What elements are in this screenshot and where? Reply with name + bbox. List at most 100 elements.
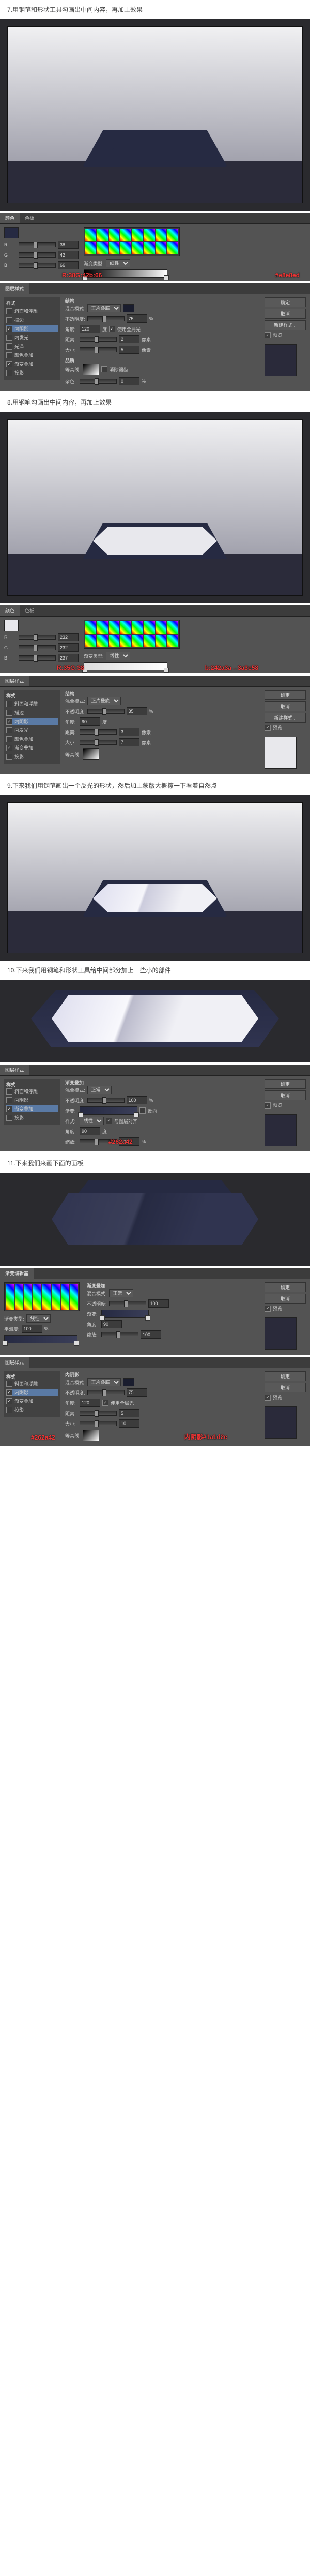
noise-slider[interactable] [80, 379, 117, 384]
layer-style-dialog: 图层样式 样式 斜面和浮雕 描边 内阴影 内发光 光泽 颜色叠加 渐变叠加 投影… [0, 283, 310, 391]
annotation-11b: 内阴影#1a1d2e [184, 1432, 227, 1441]
opt-drop-shadow[interactable]: 投影 [14, 369, 24, 376]
pedestal-top [111, 148, 199, 157]
layer-style-title: 图层样式 [0, 283, 29, 294]
cancel-button-10[interactable]: 取消 [265, 1090, 306, 1100]
gradient-presets[interactable] [84, 227, 180, 256]
step-9-text: 9.下来我们用钢笔画出一个反光的形状，然后加上蒙版大概擦一下看着自然点 [0, 776, 310, 795]
size-slider[interactable] [80, 347, 117, 352]
grad-overlay-bar[interactable] [80, 1106, 137, 1115]
distance-input[interactable] [119, 335, 140, 343]
preview-thumbnail-8 [265, 737, 297, 769]
style-list-header: 样式 [6, 299, 58, 306]
cancel-button-8[interactable]: 取消 [265, 701, 306, 711]
grad-type-label: 渐变类型: [84, 260, 104, 267]
g-slider-8[interactable] [19, 645, 56, 650]
gradient-presets-8[interactable] [84, 620, 180, 649]
chk-drop-shadow[interactable] [6, 370, 12, 376]
preview-label: 预览 [273, 332, 282, 338]
tab-swatches[interactable]: 色板 [20, 213, 39, 223]
cancel-button-11b[interactable]: 取消 [265, 1383, 306, 1392]
opt-grad-overlay[interactable]: 渐变叠加 [14, 361, 33, 367]
size-input[interactable] [119, 346, 140, 354]
chk-antialias[interactable] [101, 366, 107, 372]
px-unit: 像素 [142, 336, 151, 343]
step-7-text: 7.用钢笔和形状工具勾画出中间内容，再加上效果 [0, 0, 310, 19]
opt-inner-shadow[interactable]: 内阴影 [14, 325, 28, 332]
grad-bar-11[interactable] [4, 1335, 78, 1343]
ground-shape-9 [8, 911, 302, 953]
grad-type-select[interactable]: 线性 [106, 259, 130, 267]
opt-inner-glow[interactable]: 内发光 [14, 334, 28, 341]
chk-inner-shadow[interactable] [6, 326, 12, 332]
cancel-button[interactable]: 取消 [265, 309, 306, 319]
step-7-canvas [0, 19, 310, 211]
size-label: 大小: [65, 347, 78, 353]
global-light-label: 使用全局光 [117, 326, 141, 333]
annotation-11a: #262a42 [31, 1434, 55, 1441]
tab-color-8[interactable]: 颜色 [0, 605, 20, 616]
opt-bevel[interactable]: 斜面和浮雕 [14, 308, 38, 314]
blend-mode-label: 混合模式: [65, 305, 85, 312]
noise-input[interactable] [119, 377, 140, 385]
r-input[interactable] [58, 241, 79, 249]
chk-color-overlay[interactable] [6, 352, 12, 358]
opt-stroke[interactable]: 描边 [14, 317, 24, 323]
b-slider[interactable] [19, 263, 56, 268]
cancel-button-11[interactable]: 取消 [265, 1294, 306, 1304]
tab-color[interactable]: 颜色 [0, 213, 20, 223]
chk-satin[interactable] [6, 343, 12, 350]
chk-stroke[interactable] [6, 317, 12, 323]
contour-label: 等高线: [65, 366, 81, 373]
new-style-button-8[interactable]: 新建样式... [265, 713, 306, 723]
tab-swatches-8[interactable]: 色板 [20, 605, 39, 616]
b-slider-8[interactable] [19, 655, 56, 661]
pct-unit: % [149, 316, 153, 321]
b-input-8[interactable] [58, 654, 79, 662]
annotation-rgb-8: R:35G:38 [57, 664, 84, 671]
opacity-slider[interactable] [87, 316, 125, 321]
ok-button-8[interactable]: 确定 [265, 690, 306, 700]
color-panel: 颜色 色板 R G B 渐变类型:线性 R:38G:42b:66 #e8e8ed [0, 213, 310, 281]
step-9-canvas [0, 795, 310, 961]
crop-hex [52, 995, 258, 1042]
g-input[interactable] [58, 251, 79, 259]
gradient-bar-8[interactable] [84, 662, 167, 670]
b-label: B [4, 263, 17, 268]
opacity-input[interactable] [127, 314, 147, 323]
chk-bevel[interactable] [6, 308, 12, 314]
g-slider[interactable] [19, 252, 56, 258]
grad-presets-11[interactable] [4, 1282, 80, 1311]
preview-thumbnail-10 [265, 1114, 297, 1146]
chk-grad-overlay[interactable] [6, 361, 12, 367]
preview-thumbnail-11b [265, 1406, 297, 1439]
chk-global-light[interactable] [109, 326, 115, 332]
ok-button-11b[interactable]: 确定 [265, 1371, 306, 1381]
opt-satin[interactable]: 光泽 [14, 343, 24, 350]
ok-button-11[interactable]: 确定 [265, 1282, 306, 1292]
r-slider-8[interactable] [19, 635, 56, 640]
g-input-8[interactable] [58, 643, 79, 652]
step-10-text: 10.下来我们用钢笔和形状工具给中间部分加上一些小的部件 [0, 961, 310, 980]
shadow-color-swatch[interactable] [123, 304, 134, 312]
contour-picker[interactable] [83, 364, 99, 375]
opt-color-overlay[interactable]: 颜色叠加 [14, 352, 33, 358]
ok-button[interactable]: 确定 [265, 297, 306, 307]
r-input-8[interactable] [58, 633, 79, 641]
fg-swatch[interactable] [4, 227, 19, 238]
fg-swatch-8[interactable] [4, 620, 19, 631]
ls-title-8: 图层样式 [0, 676, 29, 686]
b-input[interactable] [58, 261, 79, 269]
px-unit-2: 像素 [142, 347, 151, 353]
angle-input[interactable] [80, 325, 100, 333]
grad-type-select-8[interactable]: 线性 [106, 652, 130, 660]
r-slider[interactable] [19, 242, 56, 247]
new-style-button[interactable]: 新建样式... [265, 320, 306, 330]
distance-slider[interactable] [80, 337, 117, 342]
chk-preview[interactable] [265, 332, 271, 338]
blend-mode-select[interactable]: 正片叠底 [87, 304, 121, 312]
preview-thumbnail [265, 344, 297, 376]
chk-inner-glow[interactable] [6, 335, 12, 341]
ok-button-10[interactable]: 确定 [265, 1079, 306, 1089]
color-panel-8: 颜色 色板 R G B 渐变类型:线性 R:35G:38 b:242a3a→3a… [0, 605, 310, 673]
